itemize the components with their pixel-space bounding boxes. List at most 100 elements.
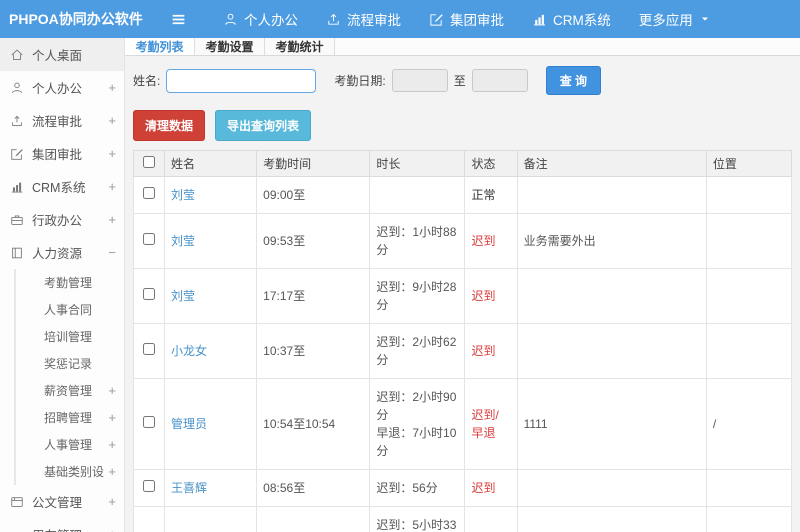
date-from-input[interactable] — [391, 69, 448, 92]
column-header-1: 考勤时间 — [256, 150, 371, 177]
sidebar-item-1[interactable]: 个人办公 + — [0, 71, 124, 104]
time-cell: 09:53至 — [256, 213, 371, 269]
row-checkbox-cell — [132, 213, 166, 269]
column-header-0: 姓名 — [164, 150, 258, 177]
sidebar-item-4[interactable]: CRM系统 + — [0, 170, 124, 203]
nav-item-2[interactable]: 集团审批 — [415, 0, 518, 38]
select-all-checkbox[interactable] — [143, 156, 156, 168]
row-checkbox[interactable] — [143, 288, 156, 300]
expand-icon[interactable]: + — [104, 80, 116, 95]
sidebar-item-label: 人力资源 — [32, 247, 83, 261]
sidebar-item-5[interactable]: 行政办公 + — [0, 203, 124, 236]
name-link[interactable]: 王喜辉 — [171, 481, 207, 495]
sidebar-item-11[interactable]: 薪资管理 + — [14, 377, 124, 404]
sidebar-item-label: CRM系统 — [32, 181, 86, 195]
export-list-button[interactable]: 导出查询列表 — [215, 110, 312, 141]
note-cell: 1111 — [516, 378, 707, 470]
table-row: 刘莹 09:53至 迟到：1小时88分 迟到 业务需要外出 — [132, 213, 793, 269]
tab-0[interactable]: 考勤列表 — [125, 38, 195, 55]
nav-item-label: 集团审批 — [450, 13, 504, 28]
status-cell: 迟到 — [464, 213, 518, 269]
status-badge: 迟到 — [471, 344, 496, 358]
nav-item-1[interactable]: 流程审批 — [312, 0, 415, 38]
tab-label: 考勤统计 — [275, 40, 324, 54]
name-input[interactable] — [166, 68, 317, 93]
row-checkbox[interactable] — [143, 187, 156, 199]
sidebar-item-10[interactable]: 奖惩记录 — [14, 350, 124, 377]
sidebar-item-label: 招聘管理 — [44, 411, 93, 425]
expand-icon[interactable]: + — [104, 410, 116, 425]
expand-icon[interactable]: + — [104, 212, 116, 227]
sidebar-item-8[interactable]: 人事合同 — [14, 296, 124, 323]
query-button[interactable]: 查 询 — [545, 66, 602, 95]
column-header-4: 备注 — [516, 150, 707, 177]
sidebar-item-0[interactable]: 个人桌面 — [0, 38, 124, 71]
sidebar-item-14[interactable]: 基础类别设置+ — [14, 458, 124, 485]
sidebar-item-7[interactable]: 考勤管理 — [14, 269, 124, 296]
table-row: 王喜辉 08:56至 迟到：56分 迟到 — [132, 469, 793, 507]
sidebar-item-label: 行政办公 — [32, 214, 83, 228]
note-cell — [516, 268, 707, 324]
edit-icon — [429, 12, 444, 27]
sidebar-item-15[interactable]: 公文管理 + — [0, 485, 124, 518]
expand-icon[interactable]: + — [104, 383, 116, 398]
sidebar-item-label: 人事合同 — [44, 303, 93, 317]
sidebar-item-13[interactable]: 人事管理 + — [14, 431, 124, 458]
row-checkbox[interactable] — [143, 233, 156, 245]
sidebar-item-9[interactable]: 培训管理 — [14, 323, 124, 350]
row-checkbox[interactable] — [143, 343, 156, 355]
duration-line: 迟到：56分 — [376, 481, 438, 495]
expand-icon[interactable]: + — [104, 146, 116, 161]
name-link[interactable]: 刘莹 — [171, 188, 195, 202]
row-checkbox[interactable] — [143, 480, 156, 492]
sidebar-item-16[interactable]: 用车管理+ — [0, 518, 124, 532]
expand-icon[interactable]: + — [104, 494, 116, 509]
nav-item-4[interactable]: 更多应用 — [625, 0, 725, 38]
tab-1[interactable]: 考勤设置 — [195, 38, 265, 55]
sidebar-item-2[interactable]: 流程审批 + — [0, 104, 124, 137]
expand-icon[interactable]: + — [104, 437, 116, 452]
sidebar-item-6[interactable]: 人力资源 − — [0, 236, 124, 269]
expand-icon[interactable]: + — [104, 179, 116, 194]
status-badge: 正常 — [471, 188, 496, 202]
status-cell: 正常 — [464, 176, 518, 214]
chart-icon — [532, 12, 547, 27]
sidebar-item-3[interactable]: 集团审批 + — [0, 137, 124, 170]
status-badge: 迟到 — [471, 481, 496, 495]
table-row: 小龙女 10:37至 迟到：2小时62分 迟到 — [132, 323, 793, 379]
nav-item-label: 个人办公 — [244, 13, 298, 28]
tab-label: 考勤设置 — [205, 40, 254, 54]
name-link[interactable]: 小龙女 — [171, 344, 207, 358]
sidebar-item-12[interactable]: 招聘管理 + — [14, 404, 124, 431]
car-icon — [10, 528, 25, 532]
table-row: 黄蓉13:20至13:20迟到：5小时33分早退：4小时67分迟到/早退 / — [132, 506, 793, 532]
date-to-input[interactable] — [471, 69, 528, 92]
row-checkbox[interactable] — [143, 416, 156, 428]
duration-cell: 迟到：56分 — [369, 469, 466, 507]
expand-icon[interactable]: + — [104, 113, 116, 128]
tab-2[interactable]: 考勤统计 — [265, 38, 335, 55]
column-header-5: 位置 — [705, 150, 793, 177]
status-badge: 迟到 — [471, 234, 496, 248]
select-all-cell — [132, 150, 166, 177]
name-link[interactable]: 刘莹 — [171, 234, 195, 248]
time-cell: 17:17至 — [256, 268, 371, 324]
time-cell: 08:56至 — [256, 469, 371, 507]
sidebar-item-label: 奖惩记录 — [44, 357, 93, 371]
clean-data-button[interactable]: 清理数据 — [133, 110, 206, 141]
sidebar-item-label: 流程审批 — [32, 115, 83, 129]
sidebar-item-label: 基础类别设置 — [44, 465, 104, 479]
name-link[interactable]: 管理员 — [171, 417, 207, 431]
column-header-2: 时长 — [369, 150, 466, 177]
menu-toggle-icon[interactable] — [170, 11, 187, 28]
collapse-icon[interactable]: − — [104, 245, 116, 260]
name-cell: 黄蓉 — [164, 506, 258, 532]
expand-icon[interactable]: + — [104, 527, 116, 532]
expand-icon[interactable]: + — [104, 464, 116, 479]
row-checkbox-cell — [132, 506, 166, 532]
date-label: 考勤日期: — [334, 74, 386, 88]
nav-item-0[interactable]: 个人办公 — [209, 0, 312, 38]
nav-item-3[interactable]: CRM系统 — [518, 0, 625, 38]
name-link[interactable]: 刘莹 — [171, 289, 195, 303]
note-cell: 业务需要外出 — [516, 213, 707, 269]
